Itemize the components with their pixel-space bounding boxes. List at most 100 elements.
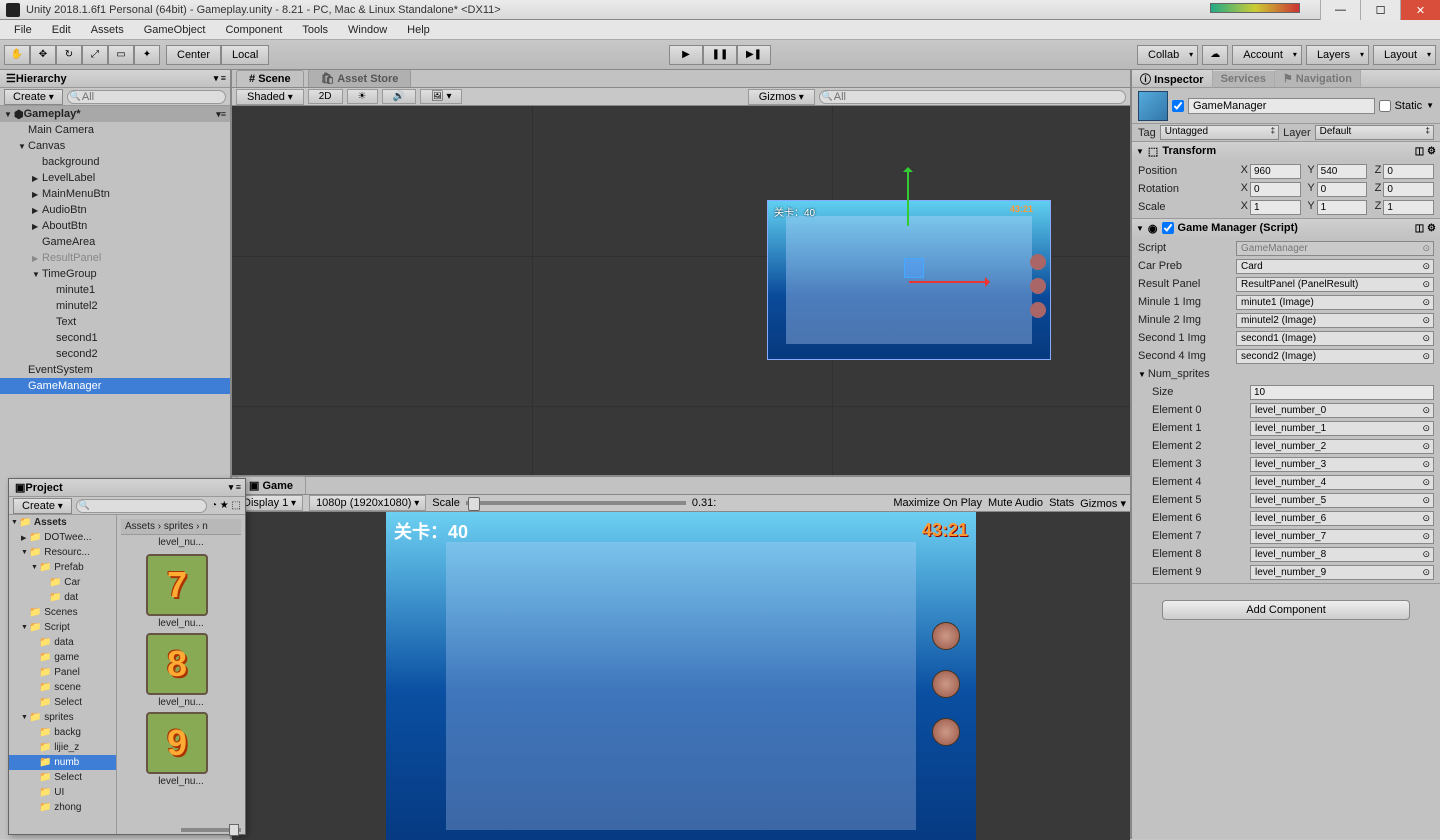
cloud-button[interactable]: ☁: [1202, 45, 1228, 65]
folder-item[interactable]: 📁 Select: [9, 770, 116, 785]
static-checkbox[interactable]: [1379, 100, 1391, 112]
menu-tools[interactable]: Tools: [292, 22, 338, 38]
rotation-x[interactable]: [1250, 182, 1301, 197]
game-gizmos-dropdown[interactable]: Gizmos ▾: [1080, 497, 1126, 510]
move-tool[interactable]: ✥: [30, 45, 56, 65]
tag-dropdown[interactable]: Untagged: [1160, 125, 1279, 140]
element-field[interactable]: level_number_7: [1250, 529, 1434, 544]
position-z[interactable]: [1383, 164, 1434, 179]
gizmo-center[interactable]: [904, 258, 924, 278]
pause-button[interactable]: ❚❚: [703, 45, 737, 65]
hierarchy-item[interactable]: ▶MainMenuBtn: [0, 186, 230, 202]
rotate-tool[interactable]: ↻: [56, 45, 82, 65]
element-field[interactable]: level_number_3: [1250, 457, 1434, 472]
lighting-toggle[interactable]: ☀: [347, 89, 378, 104]
gizmos-dropdown[interactable]: Gizmos ▾: [748, 89, 815, 105]
element-field[interactable]: level_number_2: [1250, 439, 1434, 454]
shading-mode[interactable]: Shaded ▾: [236, 89, 304, 105]
gamemanager-help-icon[interactable]: ◫ ⚙: [1415, 223, 1436, 234]
gamemanager-header[interactable]: ▼ ◉ Game Manager (Script) ◫ ⚙: [1132, 219, 1440, 237]
hierarchy-item[interactable]: minutel2: [0, 298, 230, 314]
hierarchy-search[interactable]: All: [67, 90, 226, 104]
menu-help[interactable]: Help: [397, 22, 440, 38]
project-folders[interactable]: ▼📁 Assets▶📁 DOTwee...▼📁 Resourc...▼📁 Pre…: [9, 515, 117, 834]
play-button[interactable]: ▶: [669, 45, 703, 65]
hand-tool[interactable]: ✋: [4, 45, 30, 65]
filter-icon[interactable]: ◔ ★ ⬚: [211, 500, 241, 511]
array-size[interactable]: [1250, 385, 1434, 400]
hierarchy-item[interactable]: ▶AudioBtn: [0, 202, 230, 218]
prop-field[interactable]: second2 (Image): [1236, 349, 1434, 364]
folder-item[interactable]: 📁 game: [9, 650, 116, 665]
add-component-button[interactable]: Add Component: [1162, 600, 1410, 620]
hierarchy-item[interactable]: ▼Canvas: [0, 138, 230, 154]
scene-search[interactable]: All: [819, 90, 1126, 104]
folder-item[interactable]: ▼📁 Resourc...: [9, 545, 116, 560]
audio-toggle[interactable]: 🔊: [382, 89, 416, 104]
folder-item[interactable]: 📁 Car: [9, 575, 116, 590]
breadcrumb[interactable]: Assets › sprites › n: [121, 519, 241, 535]
fx-toggle[interactable]: 🖼 ▾: [420, 89, 463, 104]
thumbnail-size-slider[interactable]: [181, 828, 241, 832]
layers-dropdown[interactable]: Layers: [1306, 45, 1369, 65]
transform-help-icon[interactable]: ◫ ⚙: [1415, 146, 1436, 157]
menu-assets[interactable]: Assets: [81, 22, 134, 38]
position-y[interactable]: [1317, 164, 1368, 179]
folder-item[interactable]: 📁 Scenes: [9, 605, 116, 620]
hierarchy-item[interactable]: background: [0, 154, 230, 170]
pivot-mode[interactable]: Center: [166, 45, 221, 65]
scale-x[interactable]: [1250, 200, 1301, 215]
element-field[interactable]: level_number_4: [1250, 475, 1434, 490]
mute-toggle[interactable]: Mute Audio: [988, 497, 1043, 509]
navigation-tab[interactable]: ⚑ Navigation: [1275, 70, 1361, 87]
hierarchy-tab[interactable]: ☰ Hierarchy ▾ ≡: [0, 70, 230, 88]
hierarchy-item[interactable]: second1: [0, 330, 230, 346]
step-button[interactable]: ▶❚: [737, 45, 771, 65]
panel-options-icon[interactable]: ▾ ≡: [214, 73, 226, 84]
menu-component[interactable]: Component: [215, 22, 292, 38]
services-tab[interactable]: Services: [1213, 71, 1275, 87]
folder-item[interactable]: ▼📁 Prefab: [9, 560, 116, 575]
rotation-y[interactable]: [1317, 182, 1368, 197]
scene-audio-icon[interactable]: [1030, 278, 1046, 294]
hierarchy-item[interactable]: Text: [0, 314, 230, 330]
gizmo-x-axis[interactable]: [909, 281, 989, 283]
scale-z[interactable]: [1383, 200, 1434, 215]
element-field[interactable]: level_number_5: [1250, 493, 1434, 508]
menu-file[interactable]: File: [4, 22, 42, 38]
game-audio-button[interactable]: [932, 670, 960, 698]
folder-item[interactable]: 📁 dat: [9, 590, 116, 605]
resolution-dropdown[interactable]: 1080p (1920x1080) ▾: [309, 495, 426, 511]
stats-toggle[interactable]: Stats: [1049, 497, 1074, 509]
minimize-button[interactable]: —: [1320, 0, 1360, 20]
close-button[interactable]: ✕: [1400, 0, 1440, 20]
inspector-tab[interactable]: ⓘ Inspector: [1132, 70, 1213, 89]
menu-gameobject[interactable]: GameObject: [134, 22, 216, 38]
game-tab[interactable]: ▣ Game: [236, 476, 306, 494]
position-x[interactable]: [1250, 164, 1301, 179]
layer-dropdown[interactable]: Default: [1315, 125, 1434, 140]
prop-field[interactable]: GameManager: [1236, 241, 1434, 256]
folder-item[interactable]: 📁 lijie_z: [9, 740, 116, 755]
space-mode[interactable]: Local: [221, 45, 269, 65]
layout-dropdown[interactable]: Layout: [1373, 45, 1436, 65]
project-create[interactable]: Create ▾: [13, 498, 72, 514]
hierarchy-item[interactable]: ▼TimeGroup: [0, 266, 230, 282]
2d-toggle[interactable]: 2D: [308, 89, 343, 104]
prop-field[interactable]: Card: [1236, 259, 1434, 274]
transform-header[interactable]: ▼ ⬚ Transform ◫ ⚙: [1132, 142, 1440, 160]
game-about-button[interactable]: [932, 718, 960, 746]
folder-item[interactable]: 📁 backg: [9, 725, 116, 740]
collab-dropdown[interactable]: Collab: [1137, 45, 1198, 65]
scene-view[interactable]: 关卡：40 43:21: [232, 106, 1130, 475]
project-search[interactable]: [76, 499, 207, 513]
folder-item[interactable]: 📁 scene: [9, 680, 116, 695]
game-menu-button[interactable]: [932, 622, 960, 650]
project-tab[interactable]: ▣ Project ▾ ≡: [9, 479, 245, 497]
maximize-button[interactable]: ☐: [1360, 0, 1400, 20]
hierarchy-item[interactable]: GameManager: [0, 378, 230, 394]
hierarchy-item[interactable]: ▶LevelLabel: [0, 170, 230, 186]
project-assets[interactable]: Assets › sprites › n level_nu... 7level_…: [117, 515, 245, 834]
transform-tool[interactable]: ✦: [134, 45, 160, 65]
asset-thumb[interactable]: 8level_nu...: [146, 633, 216, 708]
